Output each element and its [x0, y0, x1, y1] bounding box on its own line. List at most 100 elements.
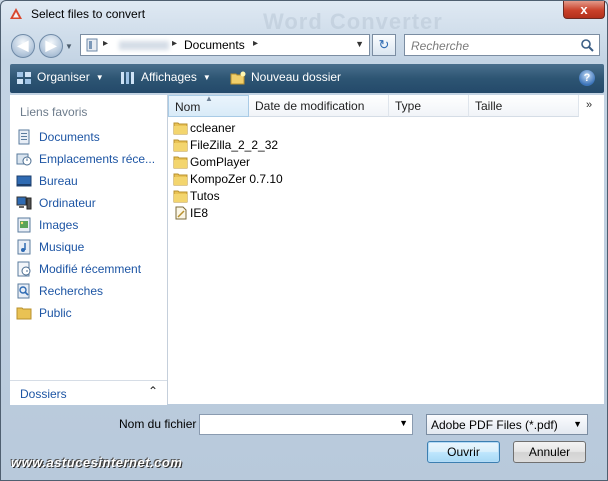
column-header-size[interactable]: Taille — [469, 95, 579, 117]
address-dropdown-icon[interactable]: ▼ — [355, 39, 364, 49]
sidebar-item-label: Documents — [39, 130, 100, 144]
arrow-left-icon: ◀ — [17, 37, 29, 53]
breadcrumb-separator-icon[interactable]: ▸ — [103, 38, 108, 49]
column-header-date[interactable]: Date de modification — [249, 95, 389, 117]
sidebar-item-documents[interactable]: Documents — [14, 127, 164, 147]
list-item[interactable]: KompoZer 0.7.10 — [173, 171, 373, 188]
breadcrumb-separator-icon[interactable]: ▸ — [253, 38, 258, 49]
forward-button[interactable]: ▶ — [39, 34, 63, 58]
sidebar-item-music[interactable]: Musique — [14, 237, 164, 257]
sidebar-item-public[interactable]: Public — [14, 303, 164, 323]
file-name: KompoZer 0.7.10 — [190, 172, 283, 186]
favorites-title: Liens favoris — [20, 105, 88, 119]
sidebar-item-label: Ordinateur — [39, 196, 96, 210]
window-title: Select files to convert — [31, 7, 146, 21]
file-list-pane: Nom ▲ Date de modification Type Taille »… — [168, 94, 604, 404]
more-columns-icon[interactable]: » — [586, 99, 592, 111]
refresh-button[interactable]: ↻ — [372, 34, 396, 56]
sidebar-item-recently-changed[interactable]: Modifié récemment — [14, 259, 164, 279]
recently-changed-icon — [17, 261, 31, 277]
title-bar[interactable]: Select files to convert Word Converter x — [1, 1, 607, 34]
list-item[interactable]: GomPlayer — [173, 154, 373, 171]
folders-label: Dossiers — [20, 387, 67, 401]
sidebar-item-searches[interactable]: Recherches — [14, 281, 164, 301]
command-toolbar: Organiser ▼ Affichages ▼ Nouveau dossier ? — [10, 64, 604, 93]
filetype-select[interactable]: Adobe PDF Files (*.pdf) ▼ — [426, 414, 588, 435]
sidebar-item-label: Bureau — [39, 174, 78, 188]
filetype-value: Adobe PDF Files (*.pdf) — [431, 418, 558, 432]
recent-places-icon — [16, 153, 32, 166]
blurred-user-crumb — [119, 41, 169, 50]
breadcrumb-separator-icon[interactable]: ▸ — [172, 38, 177, 49]
open-button[interactable]: Ouvrir — [427, 441, 500, 463]
breadcrumb-documents[interactable]: Documents — [184, 38, 245, 52]
search-input[interactable]: Recherche — [404, 34, 600, 56]
list-item[interactable]: Tutos — [173, 188, 373, 205]
folder-icon — [173, 122, 188, 135]
help-icon[interactable]: ? — [579, 70, 595, 86]
filename-input[interactable]: ▼ — [199, 414, 413, 435]
computer-icon — [16, 196, 32, 210]
music-icon — [17, 239, 31, 255]
sort-ascending-icon: ▲ — [205, 94, 213, 103]
search-placeholder: Recherche — [411, 39, 470, 53]
views-menu[interactable]: Affichages ▼ — [120, 70, 211, 85]
list-item[interactable]: IE8 — [173, 205, 373, 222]
pictures-icon — [17, 217, 31, 233]
views-label: Affichages — [141, 70, 197, 84]
background-window-title: Word Converter — [263, 9, 443, 34]
views-icon — [121, 71, 134, 84]
column-header-label: Nom — [175, 100, 201, 114]
organize-icon — [17, 71, 31, 84]
chevron-down-icon: ▼ — [95, 73, 104, 83]
sidebar-item-desktop[interactable]: Bureau — [14, 171, 164, 191]
sidebar-item-computer[interactable]: Ordinateur — [14, 193, 164, 213]
column-header-type[interactable]: Type — [389, 95, 469, 117]
column-header-label: Taille — [475, 99, 503, 113]
folders-toggle[interactable]: Dossiers ⌃ — [10, 380, 167, 405]
file-name: IE8 — [190, 206, 209, 220]
new-folder-icon — [230, 71, 246, 85]
public-folder-icon — [16, 307, 32, 320]
filename-label: Nom du fichier : — [119, 417, 204, 431]
file-name: ccleaner — [190, 121, 236, 135]
file-name: FileZilla_2_2_32 — [190, 138, 279, 152]
searches-icon — [17, 283, 30, 299]
column-header-label: Date de modification — [255, 99, 365, 113]
sidebar-item-label: Musique — [39, 240, 85, 254]
organize-label: Organiser — [37, 70, 90, 84]
chevron-up-icon[interactable]: ⌃ — [148, 384, 158, 398]
new-folder-button[interactable]: Nouveau dossier — [230, 70, 341, 85]
list-item[interactable]: FileZilla_2_2_32 — [173, 137, 373, 154]
address-bar[interactable]: ▸ ▸ Documents ▸ ▼ — [80, 34, 370, 56]
app-logo-icon — [10, 8, 22, 19]
sidebar-item-label: Recherches — [39, 284, 104, 298]
search-icon[interactable] — [580, 38, 595, 53]
desktop-icon — [16, 175, 32, 187]
folder-icon — [173, 156, 188, 169]
sidebar-item-label: Images — [39, 218, 79, 232]
cancel-button[interactable]: Annuler — [513, 441, 586, 463]
library-icon — [86, 38, 98, 52]
file-name: GomPlayer — [190, 155, 251, 169]
sidebar-item-label: Modifié récemment — [39, 262, 142, 276]
column-header-label: Type — [395, 99, 422, 113]
history-dropdown-icon[interactable]: ▼ — [65, 42, 73, 51]
sidebar-item-label: Public — [39, 306, 72, 320]
new-folder-label: Nouveau dossier — [251, 70, 342, 84]
column-header-name[interactable]: Nom ▲ — [168, 94, 249, 117]
arrow-right-icon: ▶ — [45, 37, 57, 53]
chevron-down-icon[interactable]: ▼ — [399, 418, 408, 428]
list-item[interactable]: ccleaner — [173, 120, 373, 137]
back-button[interactable]: ◀ — [11, 34, 35, 58]
file-name: Tutos — [190, 189, 220, 203]
folder-icon — [173, 190, 188, 203]
chevron-down-icon: ▼ — [202, 73, 211, 83]
close-button[interactable]: x — [563, 1, 605, 19]
documents-icon — [18, 129, 30, 145]
refresh-icon: ↻ — [378, 37, 390, 52]
sidebar-item-pictures[interactable]: Images — [14, 215, 164, 235]
organize-menu[interactable]: Organiser ▼ — [16, 70, 104, 85]
file-icon — [175, 206, 187, 220]
sidebar-item-recent-places[interactable]: Emplacements réce... — [14, 149, 164, 169]
